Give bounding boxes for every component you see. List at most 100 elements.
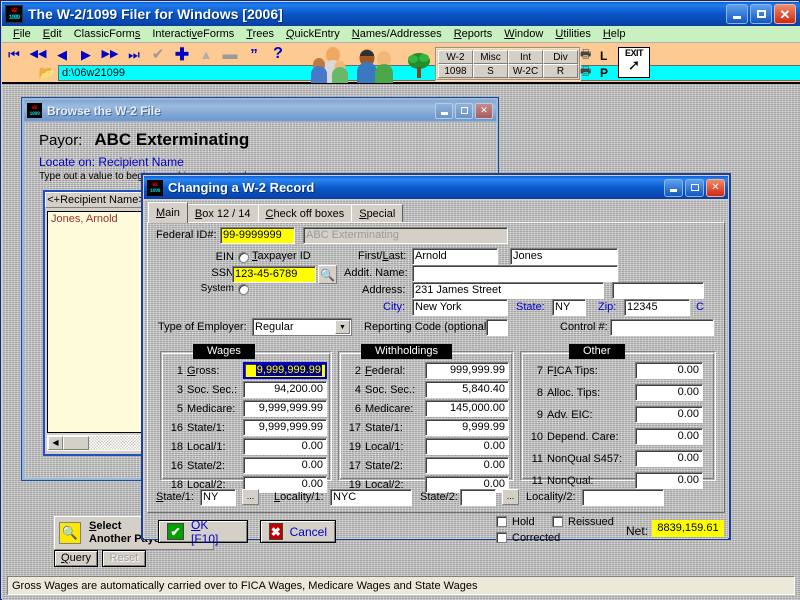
tab-check-off-boxes[interactable]: Check off boxes [257,204,353,223]
address-line2-field[interactable] [612,282,704,299]
type-of-employer-combo[interactable]: Regular ▼ [252,318,352,336]
query-button[interactable]: Query [54,550,98,567]
other-nonqual-field[interactable]: 0.00 [635,472,703,489]
state1-field[interactable]: NY [200,489,236,506]
post-check-icon[interactable]: ✔ [146,45,170,63]
menu-utilities[interactable]: Utilities [549,28,596,40]
wh-local1-field[interactable]: 0.00 [425,438,509,455]
cancel-button[interactable]: ✖ Cancel [260,520,336,543]
browse-minimize-button[interactable] [435,102,453,119]
state-label[interactable]: State: [516,301,545,313]
form-button-w2[interactable]: W-2 [438,50,473,64]
first-name-field[interactable]: Arnold [412,248,498,265]
control-number-field[interactable] [610,319,714,336]
tab-special[interactable]: Special [351,204,404,223]
ok-button[interactable]: ✔ OK [F10] [158,518,248,546]
dialog-close-button[interactable]: ✕ [706,178,725,197]
wages-socsec-field[interactable]: 94,200.00 [243,381,327,398]
minimize-button[interactable] [726,4,748,24]
taxpayer-lookup-button[interactable]: 🔍 [318,265,337,284]
wages-state2-field[interactable]: 0.00 [243,457,327,474]
other-nonqual-s457-field[interactable]: 0.00 [635,450,703,467]
exit-button[interactable]: EXIT ➚ [618,47,650,78]
tab-main[interactable]: Main [148,202,188,223]
tree-icon[interactable] [406,51,432,79]
city-field[interactable]: New York [412,299,508,316]
form-button-1098[interactable]: 1098 [438,64,473,78]
form-button-s[interactable]: S [473,64,508,78]
menu-edit[interactable]: Edit [37,28,68,40]
state2-field[interactable] [460,489,496,506]
form-button-div[interactable]: Div [543,50,578,64]
wh-federal-field[interactable]: 999,999.99 [425,362,509,379]
wages-gross-field[interactable]: 9,999,999.99 [243,362,327,379]
last-name-field[interactable]: Jones [510,248,618,265]
locate-on-label[interactable]: Locate on: Recipient Name [39,155,184,169]
system-radio[interactable] [238,284,249,295]
fast-forward-icon[interactable]: ▶▶ [98,45,122,63]
other-fica-tips-field[interactable]: 0.00 [635,362,703,379]
wages-medicare-field[interactable]: 9,999,999.99 [243,400,327,417]
menu-trees[interactable]: Trees [240,28,280,40]
form-button-r[interactable]: R [543,64,578,78]
help-question-icon[interactable]: ? [266,45,290,63]
zip-label[interactable]: Zip: [598,301,616,313]
addit-name-field[interactable] [412,265,618,282]
federal-id-field[interactable]: 99-9999999 [220,227,295,244]
other-alloc-tips-field[interactable]: 0.00 [635,384,703,401]
menu-window[interactable]: Window [498,28,549,40]
menu-reports[interactable]: Reports [448,28,499,40]
form-button-w2c[interactable]: W-2C [508,64,543,78]
recipient-listbox[interactable]: Jones, Arnold [47,211,145,433]
delete-dash-icon[interactable]: ▬ [218,45,242,63]
tab-box-12-14[interactable]: Box 12 / 14 [186,204,259,223]
recipients-group-icon[interactable] [354,45,396,83]
menu-names-addresses[interactable]: Names/Addresses [346,28,448,40]
scrollbar-thumb[interactable] [63,436,89,450]
menu-help[interactable]: Help [597,28,632,40]
state1-lookup-button[interactable]: ... [242,489,259,505]
reissued-checkbox[interactable] [552,516,563,527]
wh-state2-field[interactable]: 0.00 [425,457,509,474]
dialog-minimize-button[interactable] [664,178,683,197]
chevron-down-icon[interactable]: ▼ [335,320,350,334]
menu-classicforms[interactable]: ClassicForms [68,28,147,40]
close-button[interactable]: ✕ [774,4,796,24]
wh-socsec-field[interactable]: 5,840.40 [425,381,509,398]
browse-close-button[interactable]: ✕ [475,102,493,119]
next-record-icon[interactable]: ▶ [74,45,98,63]
locality1-field[interactable]: NYC [330,489,412,506]
address-line1-field[interactable]: 231 James Street [412,282,604,299]
recipient-name-column-header[interactable]: <+Recipient Name> [45,192,147,208]
menu-quickentry[interactable]: QuickEntry [280,28,346,40]
locality2-field[interactable] [582,489,664,506]
state2-lookup-button[interactable]: ... [502,489,519,505]
previous-record-icon[interactable]: ◀ [50,45,74,63]
printer-p-row[interactable]: 🖶 P [580,64,608,81]
ein-radio[interactable] [238,252,249,263]
last-record-icon[interactable]: ⏭ [122,45,146,63]
listbox-horizontal-scrollbar[interactable]: ◀ [47,435,145,451]
browse-maximize-button[interactable] [455,102,473,119]
menu-file[interactable]: File [7,28,37,40]
city-label[interactable]: City: [383,301,405,313]
taxpayer-id-field[interactable]: 123-45-6789 [232,266,316,283]
scroll-left-icon[interactable]: ◀ [48,436,63,450]
other-depend-care-field[interactable]: 0.00 [635,428,703,445]
fast-back-icon[interactable]: ◀◀ [26,45,50,63]
zip-field[interactable]: 12345 [624,299,690,316]
hold-checkbox[interactable] [496,516,507,527]
list-item[interactable]: Jones, Arnold [48,212,144,226]
add-plus-icon[interactable]: ✚ [170,45,194,63]
wh-state1-field[interactable]: 9,999.99 [425,419,509,436]
wages-local1-field[interactable]: 0.00 [243,438,327,455]
other-adv-eic-field[interactable]: 0.00 [635,406,703,423]
payors-group-icon[interactable] [309,45,351,83]
first-record-icon[interactable]: ⏮ [2,45,26,63]
corrected-checkbox[interactable] [496,532,507,543]
quote-icon[interactable]: ” [242,45,266,63]
up-triangle-icon[interactable]: ▲ [194,45,218,63]
menu-interactiveforms[interactable]: InteractiveForms [146,28,240,40]
open-folder-icon[interactable]: 📂 [36,65,58,81]
dialog-maximize-button[interactable] [685,178,704,197]
